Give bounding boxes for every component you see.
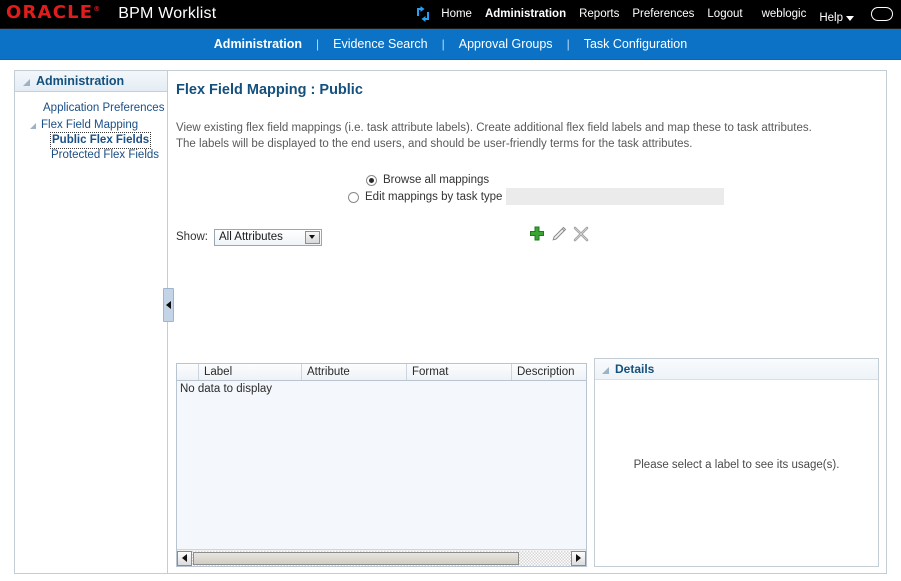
table-column-header-attribute[interactable]: Attribute: [302, 364, 407, 380]
radio-browse-all-mappings[interactable]: Browse all mappings: [366, 174, 489, 186]
show-select[interactable]: All Attributes: [213, 228, 322, 246]
details-title: Details: [615, 362, 655, 376]
top-nav-home[interactable]: Home: [441, 8, 472, 20]
details-body: Please select a label to see its usage(s…: [595, 380, 878, 566]
refresh-icon[interactable]: [414, 5, 432, 23]
task-type-input[interactable]: [506, 188, 724, 205]
chevron-down-icon[interactable]: [304, 230, 320, 244]
top-header-bar: ORACLE® BPM Worklist Home Administration…: [0, 0, 901, 29]
radio-edit-by-task-type[interactable]: Edit mappings by task type: [348, 191, 502, 203]
show-filter-row: Show: All Attributes: [176, 226, 879, 248]
table-column-header-format[interactable]: Format: [407, 364, 512, 380]
subnav-approval-groups[interactable]: Approval Groups: [445, 37, 567, 51]
sidebar-item-protected-flex-fields[interactable]: Protected Flex Fields: [51, 148, 159, 163]
table-toolbar: [528, 225, 590, 243]
sidebar-item-public-flex-fields[interactable]: Public Flex Fields: [49, 132, 152, 149]
radio-button-unselected-icon[interactable]: [348, 191, 359, 203]
scroll-left-arrow-icon[interactable]: [177, 550, 192, 566]
top-nav-preferences[interactable]: Preferences: [632, 8, 694, 20]
flex-field-table: Label Attribute Format Description No da…: [176, 363, 587, 567]
show-label: Show:: [176, 231, 208, 243]
details-panel: Details Please select a label to see its…: [594, 358, 879, 567]
scroll-right-arrow-icon[interactable]: [571, 550, 586, 566]
app-title: BPM Worklist: [118, 5, 217, 22]
page-description: View existing flex field mappings (i.e. …: [176, 120, 879, 152]
help-menu[interactable]: Help: [819, 12, 854, 24]
scrollbar-track[interactable]: [192, 550, 571, 566]
oracle-logo-trademark: ®: [93, 5, 101, 13]
collapse-left-arrow-icon: [166, 301, 171, 309]
top-nav-administration[interactable]: Administration: [485, 8, 566, 20]
sidebar-collapse-handle[interactable]: [163, 288, 174, 322]
sidebar-title: Administration: [36, 74, 125, 88]
table-horizontal-scrollbar[interactable]: [177, 549, 586, 566]
disclosure-triangle-icon[interactable]: [602, 366, 609, 374]
table-body: No data to display: [177, 381, 586, 549]
oval-icon[interactable]: [871, 7, 893, 21]
delete-x-icon[interactable]: [572, 225, 590, 243]
oracle-logo-text: ORACLE: [6, 2, 94, 23]
disclosure-triangle-icon[interactable]: [23, 78, 30, 86]
scrollbar-thumb[interactable]: [193, 551, 519, 565]
description-line-1: View existing flex field mappings (i.e. …: [176, 122, 812, 134]
oracle-logo: ORACLE®: [6, 4, 100, 22]
radio-edit-by-task-type-label: Edit mappings by task type: [365, 191, 503, 203]
show-select-value: All Attributes: [218, 231, 283, 243]
description-line-2: The labels will be displayed to the end …: [176, 138, 693, 150]
details-header[interactable]: Details: [595, 359, 878, 380]
help-label[interactable]: Help: [819, 12, 843, 24]
current-user-label: weblogic: [761, 8, 807, 20]
radio-browse-all-label: Browse all mappings: [383, 174, 490, 186]
top-navigation: Home Administration Reports Preferences …: [441, 0, 893, 28]
table-column-header-label[interactable]: Label: [199, 364, 302, 380]
top-nav-reports[interactable]: Reports: [579, 8, 619, 20]
radio-button-selected-icon[interactable]: [366, 174, 377, 186]
main-content: Flex Field Mapping : Public View existin…: [176, 82, 879, 248]
table-empty-message: No data to display: [180, 383, 273, 395]
sub-navigation-bar: Administration | Evidence Search | Appro…: [0, 29, 901, 60]
sidebar-group-label[interactable]: Flex Field Mapping: [41, 117, 138, 133]
table-column-header-select[interactable]: [177, 364, 199, 380]
top-nav-logout[interactable]: Logout: [707, 8, 742, 20]
disclosure-triangle-icon[interactable]: [30, 123, 36, 129]
subnav-administration[interactable]: Administration: [200, 37, 316, 51]
table-header-row: Label Attribute Format Description: [177, 364, 586, 381]
edit-pencil-icon[interactable]: [550, 225, 568, 243]
page-title: Flex Field Mapping : Public: [176, 82, 363, 98]
sidebar-header[interactable]: Administration: [15, 71, 167, 92]
mapping-mode-radio-group: Browse all mappings Edit mappings by tas…: [176, 174, 879, 214]
table-column-header-description[interactable]: Description: [512, 364, 586, 380]
add-plus-icon[interactable]: [528, 225, 546, 243]
subnav-evidence-search[interactable]: Evidence Search: [319, 37, 442, 51]
subnav-task-configuration[interactable]: Task Configuration: [570, 37, 702, 51]
sidebar-body: Application Preferences Flex Field Mappi…: [15, 92, 167, 163]
page-body: Administration Application Preferences F…: [0, 60, 901, 581]
sidebar-group-flex-field-mapping[interactable]: Flex Field Mapping: [15, 117, 167, 133]
details-empty-message: Please select a label to see its usage(s…: [633, 459, 840, 471]
chevron-down-icon: [846, 16, 854, 21]
sidebar: Administration Application Preferences F…: [15, 71, 168, 573]
sidebar-item-application-preferences[interactable]: Application Preferences: [15, 99, 167, 117]
